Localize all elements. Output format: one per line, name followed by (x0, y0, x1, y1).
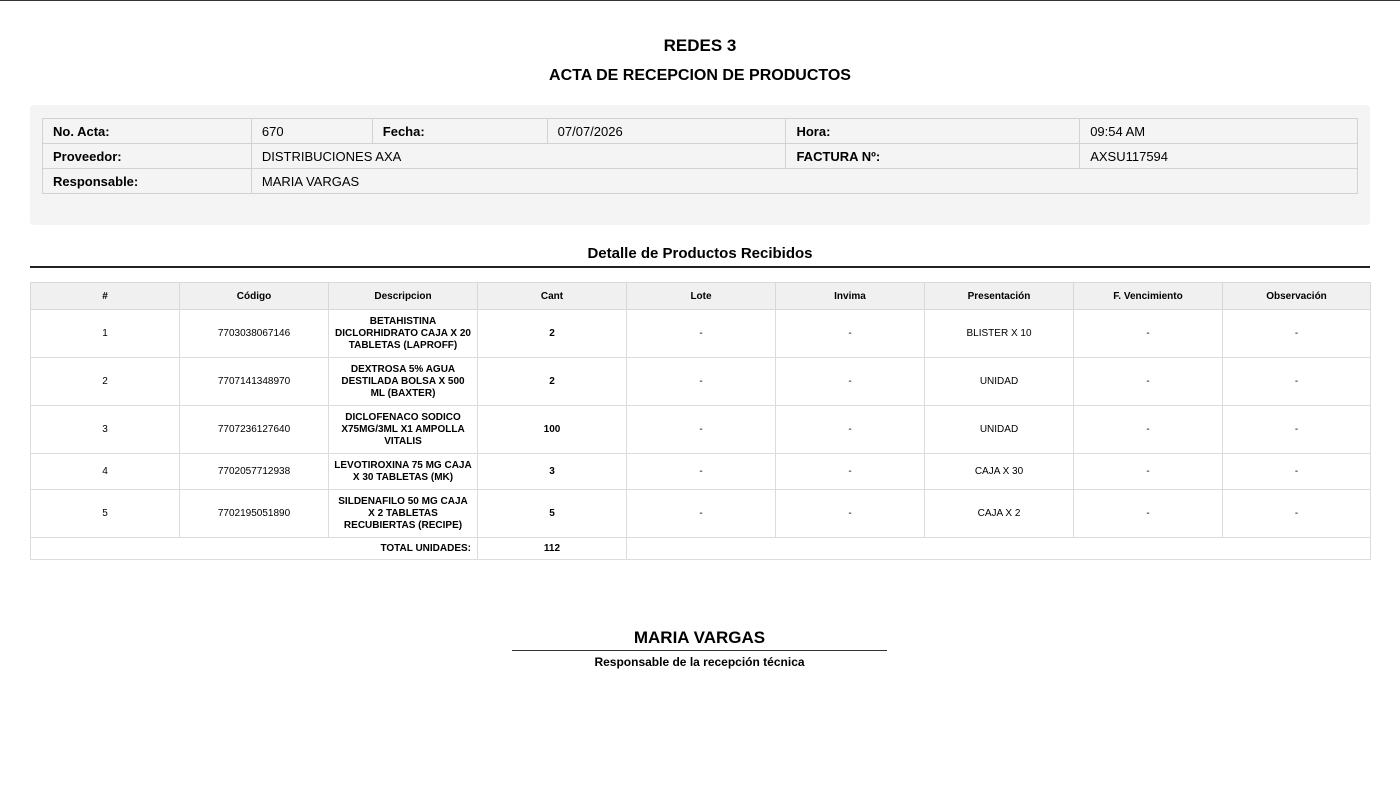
section-divider (30, 266, 1370, 268)
product-code: 7702057712938 (179, 453, 329, 490)
product-quantity: 2 (477, 309, 627, 358)
product-invima: - (775, 489, 925, 538)
fecha-value: 07/07/2026 (546, 118, 787, 144)
table-row: 5 7702195051890 SILDENAFILO 50 MG CAJA X… (30, 489, 1371, 538)
product-description: DICLOFENACO SODICO X75MG/3ML X1 AMPOLLA … (328, 405, 478, 454)
info-row-responsable: Responsable: MARIA VARGAS (42, 168, 1359, 194)
product-description: BETAHISTINA DICLORHIDRATO CAJA X 20 TABL… (328, 309, 478, 358)
info-table: No. Acta: 670 Fecha: 07/07/2026 Hora: 09… (42, 118, 1359, 194)
product-code: 7703038067146 (179, 309, 329, 358)
column-header: F. Vencimiento (1073, 282, 1223, 310)
product-observation: - (1222, 489, 1371, 538)
product-presentation: UNIDAD (924, 357, 1074, 406)
product-presentation: BLISTER X 10 (924, 309, 1074, 358)
acta-value: 670 (250, 118, 373, 144)
product-code: 7707236127640 (179, 405, 329, 454)
product-lot: - (626, 405, 776, 454)
product-observation: - (1222, 357, 1371, 406)
product-lot: - (626, 489, 776, 538)
column-header: Presentación (924, 282, 1074, 310)
product-quantity: 3 (477, 453, 627, 490)
proveedor-value: DISTRIBUCIONES AXA (250, 143, 787, 169)
products-table: # Código Descripcion Cant Lote Invima Pr… (30, 282, 1371, 560)
product-lot: - (626, 357, 776, 406)
column-header: # (30, 282, 180, 310)
product-quantity: 2 (477, 357, 627, 406)
product-invima: - (775, 357, 925, 406)
document-title: ACTA DE RECEPCION DE PRODUCTOS (549, 67, 851, 84)
product-lot: - (626, 453, 776, 490)
product-expiry: - (1073, 309, 1223, 358)
total-row: TOTAL UNIDADES: 112 (30, 537, 1371, 560)
acta-label: No. Acta: (42, 118, 252, 144)
column-header: Observación (1222, 282, 1371, 310)
column-header: Invima (775, 282, 925, 310)
product-code: 7702195051890 (179, 489, 329, 538)
column-header: Cant (477, 282, 627, 310)
total-label: TOTAL UNIDADES: (30, 537, 478, 560)
hora-value: 09:54 AM (1079, 118, 1358, 144)
product-lot: - (626, 309, 776, 358)
row-number: 1 (30, 309, 180, 358)
product-expiry: - (1073, 489, 1223, 538)
signature-line (512, 650, 887, 651)
hora-label: Hora: (785, 118, 1081, 144)
signature-name: MARIA VARGAS (633, 628, 766, 647)
product-description: DEXTROSA 5% AGUA DESTILADA BOLSA X 500 M… (328, 357, 478, 406)
table-header-row: # Código Descripcion Cant Lote Invima Pr… (30, 282, 1371, 310)
product-observation: - (1222, 405, 1371, 454)
product-description: SILDENAFILO 50 MG CAJA X 2 TABLETAS RECU… (328, 489, 478, 538)
responsable-value: MARIA VARGAS (250, 168, 1359, 194)
product-quantity: 100 (477, 405, 627, 454)
product-invima: - (775, 453, 925, 490)
product-expiry: - (1073, 453, 1223, 490)
section-title: Detalle de Productos Recibidos (587, 245, 813, 262)
total-value: 112 (477, 537, 627, 560)
proveedor-label: Proveedor: (42, 143, 252, 169)
row-number: 3 (30, 405, 180, 454)
column-header: Código (179, 282, 329, 310)
table-row: 2 7707141348970 DEXTROSA 5% AGUA DESTILA… (30, 357, 1371, 406)
table-row: 4 7702057712938 LEVOTIROXINA 75 MG CAJA … (30, 453, 1371, 490)
product-expiry: - (1073, 405, 1223, 454)
column-header: Lote (626, 282, 776, 310)
product-invima: - (775, 405, 925, 454)
factura-label: FACTURA Nº: (785, 143, 1081, 169)
row-number: 5 (30, 489, 180, 538)
factura-value: AXSU117594 (1079, 143, 1358, 169)
table-row: 3 7707236127640 DICLOFENACO SODICO X75MG… (30, 405, 1371, 454)
fecha-label: Fecha: (371, 118, 548, 144)
product-quantity: 5 (477, 489, 627, 538)
table-row: 1 7703038067146 BETAHISTINA DICLORHIDRAT… (30, 309, 1371, 358)
info-row-proveedor: Proveedor: DISTRIBUCIONES AXA FACTURA Nº… (42, 143, 1358, 169)
product-description: LEVOTIROXINA 75 MG CAJA X 30 TABLETAS (M… (328, 453, 478, 490)
info-panel: No. Acta: 670 Fecha: 07/07/2026 Hora: 09… (30, 105, 1370, 225)
info-row-acta: No. Acta: 670 Fecha: 07/07/2026 Hora: 09… (42, 118, 1358, 144)
row-number: 4 (30, 453, 180, 490)
product-code: 7707141348970 (179, 357, 329, 406)
row-number: 2 (30, 357, 180, 406)
product-observation: - (1222, 453, 1371, 490)
product-observation: - (1222, 309, 1371, 358)
responsable-label: Responsable: (42, 168, 252, 194)
column-header: Descripcion (328, 282, 478, 310)
signature-role: Responsable de la recepción técnica (594, 655, 805, 669)
company-name: REDES 3 (663, 36, 737, 55)
product-presentation: CAJA X 2 (924, 489, 1074, 538)
product-presentation: UNIDAD (924, 405, 1074, 454)
product-presentation: CAJA X 30 (924, 453, 1074, 490)
product-invima: - (775, 309, 925, 358)
total-empty (626, 537, 1371, 560)
product-expiry: - (1073, 357, 1223, 406)
